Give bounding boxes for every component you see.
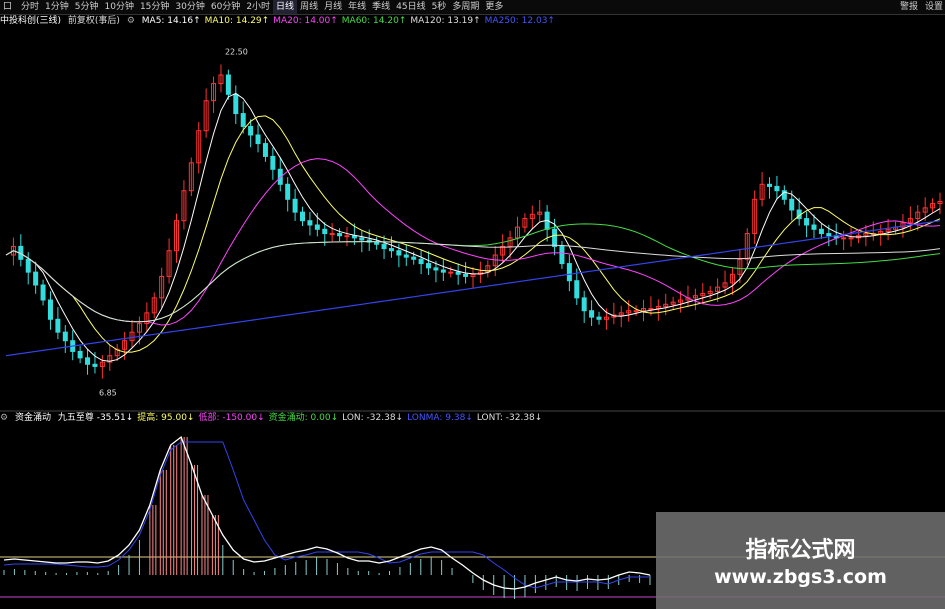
candle-body xyxy=(411,256,417,260)
candle-body xyxy=(307,220,313,226)
candle-body xyxy=(285,183,291,200)
watermark-url: www.zbgs3.com xyxy=(714,566,887,588)
candle-body xyxy=(581,297,587,312)
candle-body xyxy=(574,280,580,299)
candle-body xyxy=(344,235,350,238)
candle-body xyxy=(633,310,639,313)
candle-body xyxy=(322,228,328,235)
candle-body xyxy=(374,241,380,245)
candle-body xyxy=(77,350,83,359)
candle-body xyxy=(841,237,847,240)
candle-body xyxy=(559,245,565,265)
watermark: 指标公式网 www.zbgs3.com xyxy=(656,512,945,609)
candle-body xyxy=(767,183,773,187)
candle-body xyxy=(426,263,432,269)
candle-body xyxy=(381,243,387,250)
candle-body xyxy=(292,198,298,213)
candle-body xyxy=(596,316,602,320)
candle-body xyxy=(811,224,817,230)
candle-body xyxy=(566,263,572,282)
candle-body xyxy=(85,357,91,365)
candle-body xyxy=(40,284,46,301)
candle-body xyxy=(552,228,558,247)
candle-body xyxy=(388,248,394,252)
candle-body xyxy=(455,271,461,275)
candle-body xyxy=(433,267,439,271)
candle-body xyxy=(804,218,810,226)
candle-body xyxy=(403,254,409,258)
candle-body xyxy=(359,237,365,241)
candle-body xyxy=(62,331,68,342)
candle-body xyxy=(92,363,98,367)
candle-body xyxy=(55,318,61,333)
candle-body xyxy=(589,310,595,318)
candle-body xyxy=(25,258,31,273)
candle-body xyxy=(225,74,231,95)
candle-body xyxy=(270,155,276,170)
candle-body xyxy=(300,211,306,222)
ma-line xyxy=(5,115,941,353)
candle-body xyxy=(396,250,402,256)
candle-body xyxy=(418,258,424,265)
annotation-label: 22.50 xyxy=(225,47,248,56)
candle-body xyxy=(648,308,654,311)
candle-body xyxy=(448,271,454,274)
candle-body xyxy=(848,237,854,240)
candle-body xyxy=(826,233,832,237)
candle-body xyxy=(337,233,343,237)
candle-body xyxy=(33,271,39,286)
candle-body xyxy=(233,93,239,115)
candle-body xyxy=(314,224,320,230)
candle-body xyxy=(240,113,246,127)
candle-body xyxy=(774,185,780,192)
candle-body xyxy=(789,198,795,211)
candle-body xyxy=(463,273,469,277)
candle-body xyxy=(262,143,268,157)
ma-line xyxy=(5,158,941,326)
candle-body xyxy=(329,233,335,236)
ma250-line xyxy=(5,220,941,357)
candle-body xyxy=(818,228,824,235)
watermark-title: 指标公式网 xyxy=(745,538,856,563)
annotation-label: 6.85 xyxy=(99,389,117,398)
candle-body xyxy=(248,125,254,136)
candle-body xyxy=(47,299,53,320)
candle-body xyxy=(440,269,446,273)
candle-body xyxy=(255,134,261,145)
